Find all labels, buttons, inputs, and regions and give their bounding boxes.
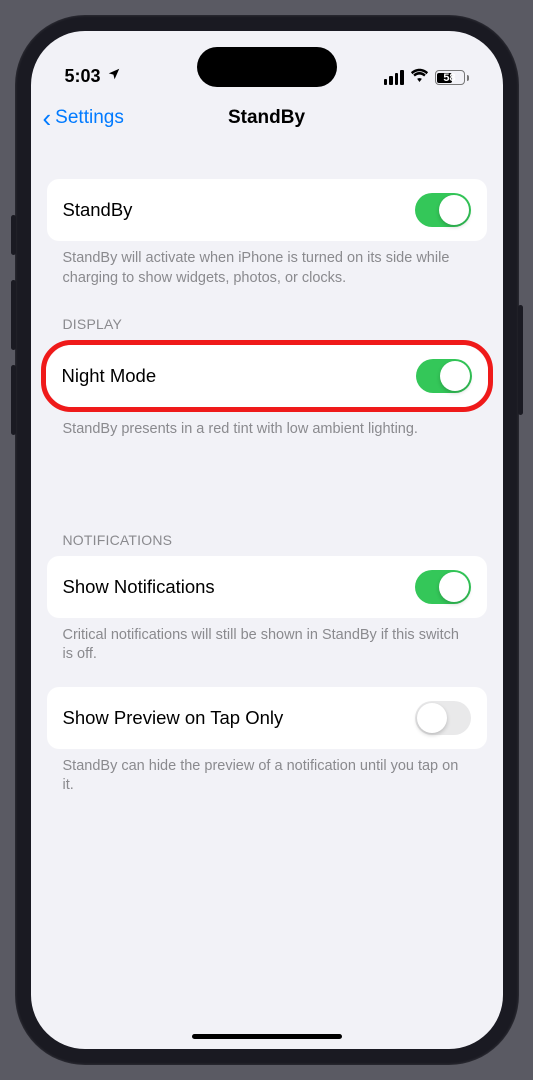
home-indicator[interactable] [192, 1034, 342, 1039]
display-footer: StandBy presents in a red tint with low … [47, 412, 487, 440]
standby-footer: StandBy will activate when iPhone is tur… [47, 241, 487, 288]
battery-percentage: 58 [436, 72, 464, 84]
highlight-annotation: Night Mode [41, 340, 493, 412]
night-mode-label: Night Mode [62, 365, 157, 387]
display-header: DISPLAY [47, 288, 487, 340]
content: StandBy StandBy will activate when iPhon… [31, 143, 503, 796]
show-preview-label: Show Preview on Tap Only [63, 707, 284, 729]
power-button [518, 305, 523, 415]
toggle-knob [439, 572, 469, 602]
standby-row[interactable]: StandBy [47, 179, 487, 241]
back-label: Settings [55, 107, 124, 129]
status-right: 58 [384, 68, 469, 87]
night-mode-toggle[interactable] [416, 359, 472, 393]
standby-toggle[interactable] [415, 193, 471, 227]
cellular-signal-icon [384, 70, 404, 85]
show-preview-toggle[interactable] [415, 701, 471, 735]
volume-up-button [11, 280, 16, 350]
chevron-left-icon: ‹ [43, 105, 52, 131]
status-left: 5:03 [65, 66, 121, 87]
toggle-knob [417, 703, 447, 733]
notifications-footer: Critical notifications will still be sho… [47, 618, 487, 665]
night-mode-row[interactable]: Night Mode [46, 345, 488, 407]
back-button[interactable]: ‹ Settings [43, 105, 124, 131]
volume-down-button [11, 365, 16, 435]
status-time: 5:03 [65, 66, 101, 87]
wifi-icon [410, 68, 429, 87]
phone-frame: 5:03 58 [15, 15, 519, 1065]
toggle-knob [440, 361, 470, 391]
page-title: StandBy [228, 107, 305, 129]
battery-icon: 58 [435, 70, 469, 85]
screen: 5:03 58 [31, 31, 503, 1049]
show-notifications-label: Show Notifications [63, 576, 215, 598]
side-button [11, 215, 16, 255]
notifications-header: NOTIFICATIONS [47, 504, 487, 556]
show-preview-row[interactable]: Show Preview on Tap Only [47, 687, 487, 749]
standby-label: StandBy [63, 199, 133, 221]
toggle-knob [439, 195, 469, 225]
show-notifications-row[interactable]: Show Notifications [47, 556, 487, 618]
preview-footer: StandBy can hide the preview of a notifi… [47, 749, 487, 796]
location-arrow-icon [107, 67, 121, 86]
dynamic-island [197, 47, 337, 87]
show-notifications-toggle[interactable] [415, 570, 471, 604]
navigation-bar: ‹ Settings StandBy [31, 93, 503, 143]
